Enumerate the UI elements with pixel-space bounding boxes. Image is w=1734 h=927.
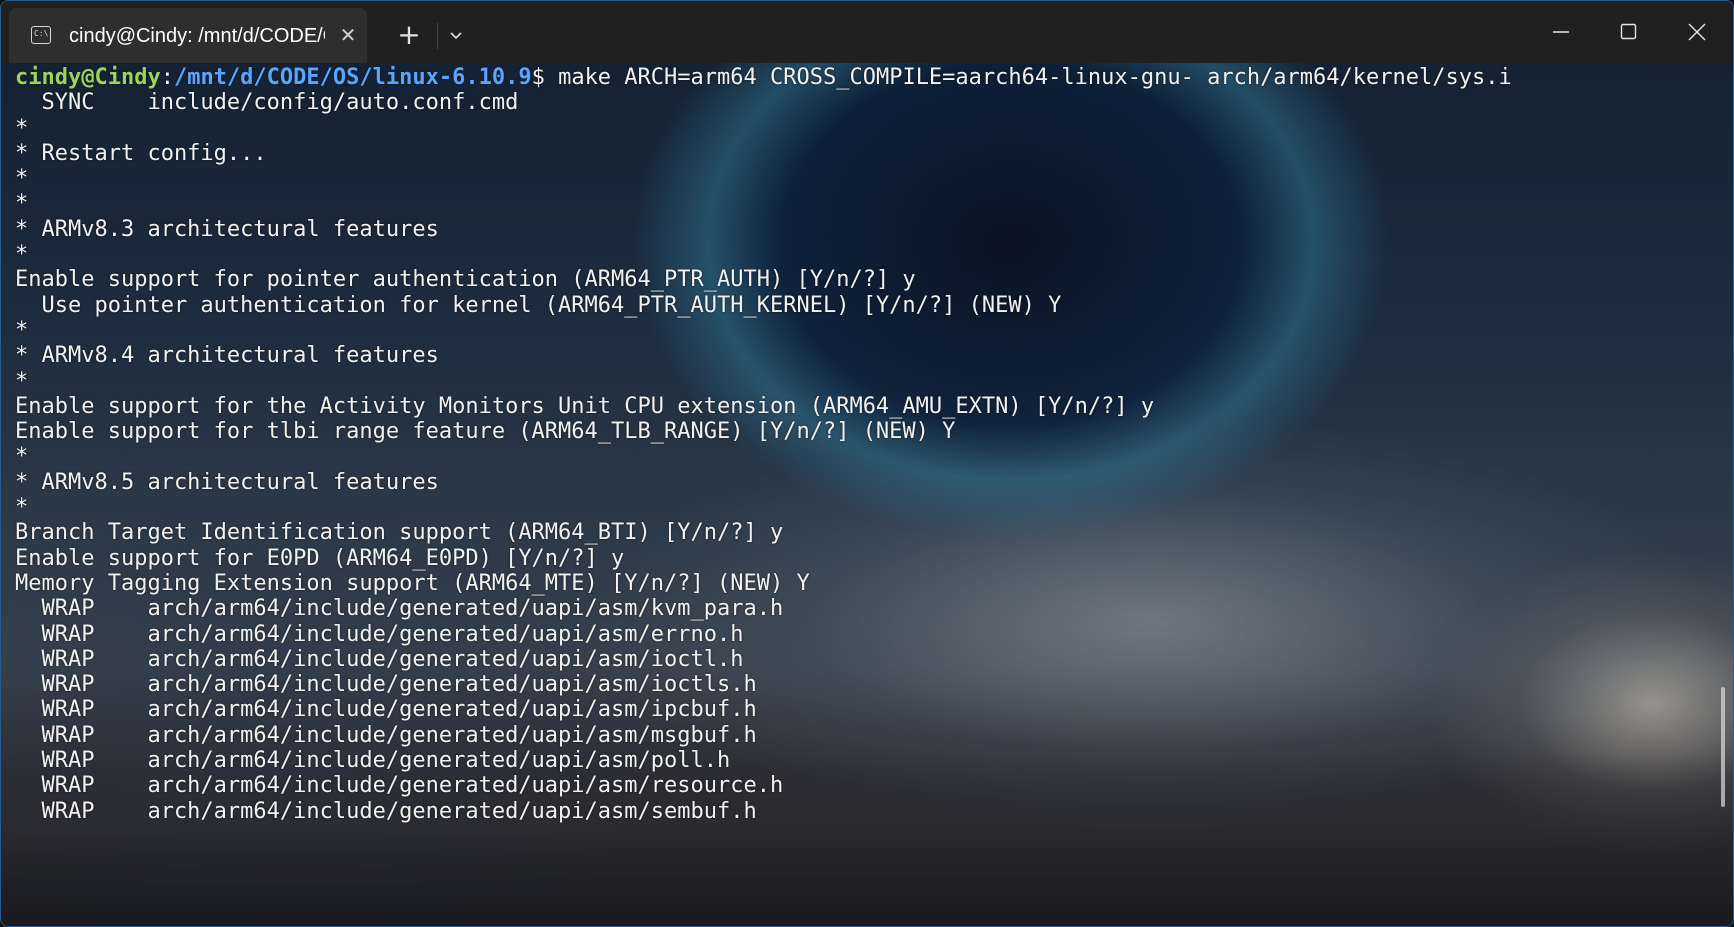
output-line: * <box>15 495 29 521</box>
output-line: Enable support for E0PD (ARM64_E0PD) [Y/… <box>15 545 625 571</box>
terminal-lines: cindy@Cindy:/mnt/d/CODE/OS/linux-6.10.9$… <box>15 65 1512 824</box>
prompt-line: cindy@Cindy:/mnt/d/CODE/OS/linux-6.10.9$… <box>15 65 1512 90</box>
close-window-button[interactable] <box>1667 9 1727 55</box>
output-line: * ARMv8.5 architectural features <box>15 469 439 495</box>
minimize-icon <box>1553 31 1569 33</box>
output-line: WRAP arch/arm64/include/generated/uapi/a… <box>15 773 784 799</box>
output-line: Enable support for pointer authenticatio… <box>15 267 916 293</box>
output-line: * <box>15 115 29 141</box>
output-line: WRAP arch/arm64/include/generated/uapi/a… <box>15 621 744 647</box>
output-line: * <box>15 444 29 470</box>
prompt-symbol: $ <box>531 65 545 90</box>
output-line: Enable support for tlbi range feature (A… <box>15 419 956 445</box>
maximize-icon <box>1620 23 1637 40</box>
output-line: WRAP arch/arm64/include/generated/uapi/a… <box>15 646 744 672</box>
output-line: WRAP arch/arm64/include/generated/uapi/a… <box>15 748 731 774</box>
prompt-path: /mnt/d/CODE/OS/linux-6.10.9 <box>173 65 532 90</box>
terminal-icon: C:\ <box>31 26 51 44</box>
tab-close-button[interactable]: ✕ <box>335 22 361 48</box>
output-line: * <box>15 317 29 343</box>
output-line: SYNC include/config/auto.conf.cmd <box>15 90 519 116</box>
output-line: Memory Tagging Extension support (ARM64_… <box>15 570 810 596</box>
output-line: WRAP arch/arm64/include/generated/uapi/a… <box>15 672 757 698</box>
output-line: WRAP arch/arm64/include/generated/uapi/a… <box>15 798 757 824</box>
tab-title: cindy@Cindy: /mnt/d/CODE/OS/linux-6.10.9 <box>69 25 325 47</box>
title-bar: C:\ cindy@Cindy: /mnt/d/CODE/OS/linux-6.… <box>1 1 1733 63</box>
prompt-separator: : <box>160 65 174 90</box>
output-line: * Restart config... <box>15 140 267 166</box>
terminal-window: C:\ cindy@Cindy: /mnt/d/CODE/OS/linux-6.… <box>0 0 1734 927</box>
output-line: WRAP arch/arm64/include/generated/uapi/a… <box>15 697 757 723</box>
chevron-down-icon <box>450 32 462 40</box>
close-icon <box>1688 23 1706 41</box>
prompt-user: cindy@Cindy <box>15 65 161 90</box>
output-line: Use pointer authentication for kernel (A… <box>15 292 1062 318</box>
new-tab-button[interactable]: + <box>394 20 424 50</box>
output-line: * <box>15 368 29 394</box>
output-line: * ARMv8.3 architectural features <box>15 216 439 242</box>
output-line: Branch Target Identification support (AR… <box>15 520 784 546</box>
output-line: * <box>15 242 29 268</box>
output-line: Enable support for the Activity Monitors… <box>15 393 1155 419</box>
output-line: WRAP arch/arm64/include/generated/uapi/a… <box>15 596 784 622</box>
output-line: * ARMv8.4 architectural features <box>15 343 439 369</box>
output-line: * <box>15 166 29 192</box>
maximize-button[interactable] <box>1599 9 1659 55</box>
terminal-output-area[interactable]: cindy@Cindy:/mnt/d/CODE/OS/linux-6.10.9$… <box>1 63 1733 926</box>
minimize-button[interactable] <box>1531 9 1591 55</box>
output-line: * <box>15 191 29 217</box>
tab-terminal[interactable]: C:\ cindy@Cindy: /mnt/d/CODE/OS/linux-6.… <box>9 8 367 63</box>
vertical-scrollbar-thumb[interactable] <box>1721 687 1725 807</box>
tab-separator <box>437 23 438 49</box>
output-line: WRAP arch/arm64/include/generated/uapi/a… <box>15 722 757 748</box>
new-tab-dropdown-button[interactable] <box>443 22 469 50</box>
prompt-command: make ARCH=arm64 CROSS_COMPILE=aarch64-li… <box>544 65 1512 90</box>
